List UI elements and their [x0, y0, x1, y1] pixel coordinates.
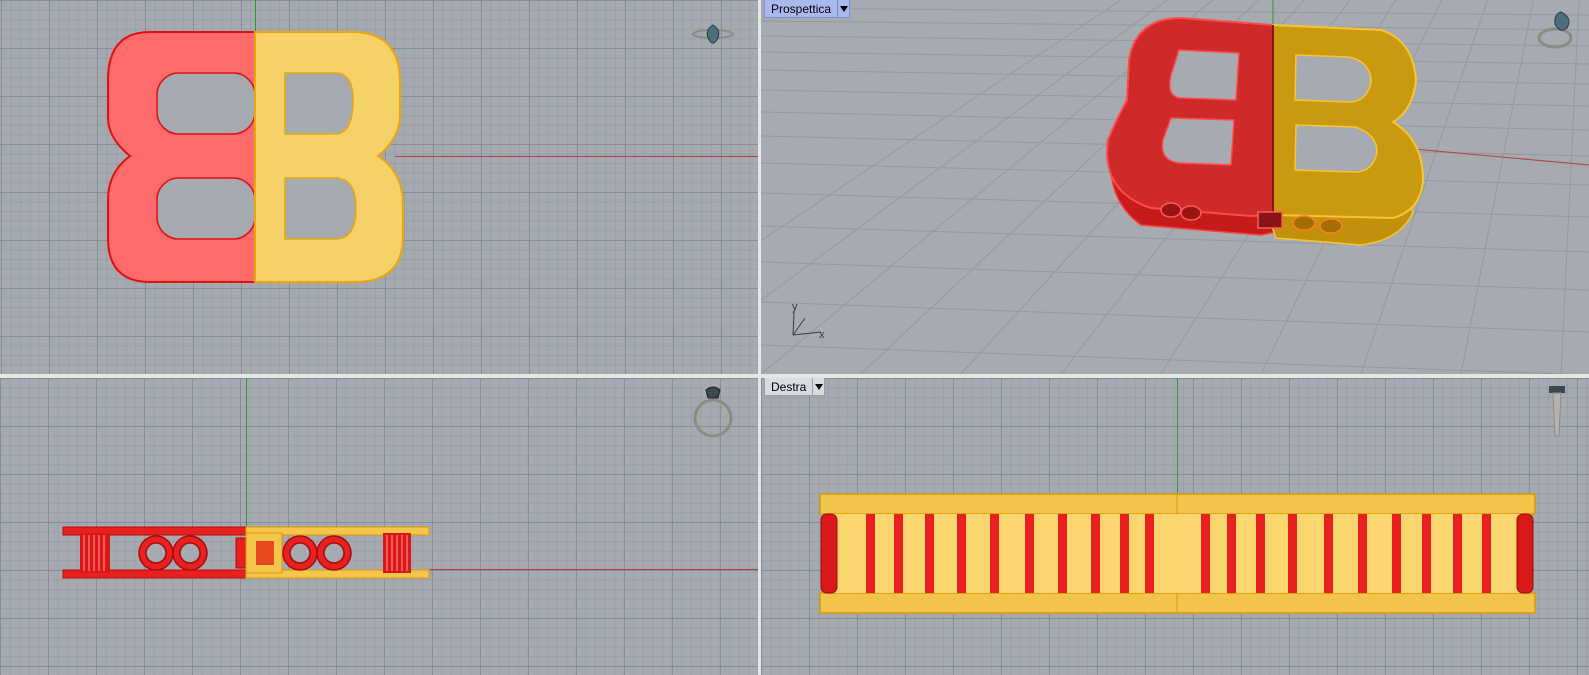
yellow-b — [254, 31, 404, 283]
red-hole-bottom — [156, 177, 256, 240]
chevron-down-icon[interactable] — [813, 378, 826, 396]
ring-front-icon[interactable] — [690, 384, 736, 440]
ring-side-icon[interactable] — [1541, 382, 1571, 440]
rhino-workspace: x y Prospettica Destra — [0, 0, 1589, 675]
axis-y-label: y — [792, 301, 798, 313]
chevron-down-icon[interactable] — [838, 0, 851, 18]
viewport-top[interactable] — [0, 0, 758, 374]
letter-bb-3d-model — [1106, 16, 1425, 246]
perspective-grid: x y — [761, 0, 1589, 374]
viewport-perspective[interactable]: x y Prospettica — [761, 0, 1589, 374]
ring-perspective-icon[interactable] — [1527, 8, 1583, 52]
ring-gem-top-icon[interactable] — [690, 22, 736, 50]
red-hole-top — [156, 72, 256, 135]
viewport-label-right[interactable]: Destra — [764, 378, 826, 396]
letter-bb-front-view[interactable] — [0, 378, 758, 675]
viewport-title[interactable]: Destra — [764, 378, 814, 396]
viewport-front[interactable] — [0, 378, 758, 675]
letter-bb-right-view[interactable] — [761, 378, 1589, 675]
yellow-hole-top — [284, 72, 354, 135]
red-mirrored-b — [107, 31, 256, 283]
viewport-title[interactable]: Prospettica — [764, 0, 839, 18]
yellow-front-section — [245, 526, 430, 579]
viewport-right[interactable]: Destra — [761, 378, 1589, 675]
letter-bb-top-view[interactable] — [0, 0, 758, 374]
yellow-hole-bottom — [284, 177, 357, 240]
axis-x-label: x — [819, 329, 825, 341]
axis-tripod — [792, 311, 822, 336]
viewport-label-perspective[interactable]: Prospettica — [764, 0, 851, 18]
red-front-section — [62, 526, 251, 579]
